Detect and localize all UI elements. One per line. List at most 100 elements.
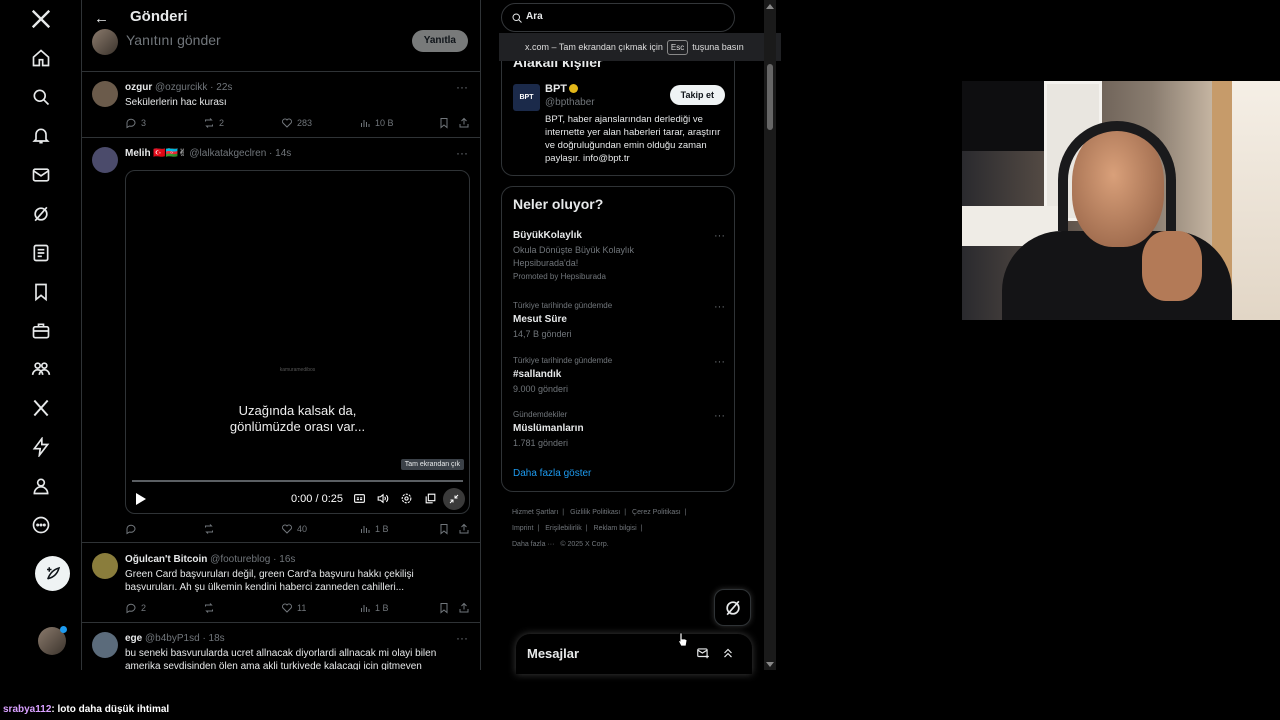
retweet-action[interactable]: 2 [203,117,224,129]
video-time: 0:00 / 0:25 [291,493,343,505]
share-action[interactable] [458,117,470,129]
play-icon[interactable] [136,493,146,505]
feather-plus-icon [46,566,60,580]
exit-fullscreen-button[interactable] [443,488,465,510]
account-logo[interactable]: BPT [513,84,540,111]
communities-icon[interactable] [30,358,52,380]
views-action[interactable]: 10 B [359,117,394,129]
reply-action[interactable]: 3 [125,117,146,129]
messages-drawer[interactable]: Mesajlar [516,634,752,674]
footer-link[interactable]: Reklam bilgisi [594,525,637,532]
back-arrow-icon[interactable]: ← [94,10,109,27]
account-handle[interactable]: @bpthaber [545,97,595,108]
scrollbar-thumb[interactable] [767,64,773,130]
author-name[interactable]: Oğulcan't Bitcoin [125,554,207,565]
show-more-link[interactable]: Daha fazla göster [513,468,591,479]
video-player[interactable]: kamuramedibos Uzağında kalsak da, gönlüm… [125,170,470,514]
bookmark-action[interactable] [438,523,450,535]
tweet-melih[interactable]: Melih 🇹🇷🇦🇿✌ @lalkatakgeclren · 14s ··· k… [82,138,480,543]
settings-gear-icon[interactable] [400,492,413,505]
avatar[interactable] [92,81,118,107]
account-name[interactable]: BPT [545,83,578,95]
more-options-icon[interactable]: ··· [456,80,468,94]
scroll-up-arrow-icon[interactable] [766,4,774,9]
verified-orgs-lightning-icon[interactable] [30,436,52,458]
home-icon[interactable] [30,47,52,69]
footer-link[interactable]: Gizlilik Politikası [570,509,620,516]
avatar[interactable] [92,147,118,173]
more-options-icon[interactable]: ··· [714,301,725,313]
more-circle-icon[interactable] [30,514,52,536]
bookmarks-icon[interactable] [30,281,52,303]
author-handle[interactable]: @footureblog [210,554,270,565]
trend-item[interactable]: BüyükKolaylık Okula Dönüşte Büyük Kolayl… [513,230,725,281]
new-message-icon[interactable] [696,646,710,660]
more-options-icon[interactable]: ··· [714,410,725,422]
author-handle[interactable]: @lalkatakgeclren [189,148,266,159]
picture-in-picture-icon[interactable] [424,492,437,505]
reply-action[interactable] [125,523,137,535]
search-input[interactable]: Ara [501,3,735,32]
share-action[interactable] [458,523,470,535]
tweet-ogulcan[interactable]: Oğulcan't Bitcoin @footureblog · 16s Gre… [82,544,480,623]
more-options-icon[interactable]: ··· [456,631,468,645]
views-action[interactable]: 1 B [359,602,389,614]
footer-link[interactable]: Hizmet Şartları [512,509,558,516]
retweet-action[interactable] [203,523,215,535]
premium-x-icon[interactable] [30,397,52,419]
page-scrollbar[interactable] [764,0,776,670]
video-progress-bar[interactable] [132,480,463,482]
grok-button[interactable] [714,589,751,626]
footer-link[interactable]: Çerez Politikası [632,509,681,516]
x-logo-icon[interactable] [30,8,52,30]
reply-action[interactable]: 2 [125,602,146,614]
follow-button[interactable]: Takip et [669,85,725,105]
profile-icon[interactable] [30,475,52,497]
reply-input[interactable]: Yanıtını gönder [126,32,221,48]
more-options-icon[interactable]: ··· [714,356,725,368]
bookmark-action[interactable] [438,117,450,129]
search-icon[interactable] [30,86,52,108]
author-handle[interactable]: @ozgurcikk [155,82,207,93]
captions-icon[interactable] [353,492,366,505]
footer-more-link[interactable]: Daha fazla ··· [512,541,554,548]
grok-icon[interactable] [30,203,52,225]
bookmark-action[interactable] [438,602,450,614]
lists-icon[interactable] [30,242,52,264]
more-options-icon[interactable]: ··· [714,230,725,242]
messages-envelope-icon[interactable] [30,164,52,186]
views-action[interactable]: 1 B [359,523,389,535]
footer-link[interactable]: Erişilebilirlik [545,525,582,532]
avatar[interactable] [92,632,118,658]
tweet-time[interactable]: · 14s [269,148,291,159]
retweet-action[interactable] [203,602,215,614]
account-avatar[interactable] [38,626,67,655]
compose-post-button[interactable] [35,556,70,591]
trend-item[interactable]: Gündemdekiler Müslümanların 1.781 gönder… [513,410,725,450]
trend-item[interactable]: Türkiye tarihinde gündemde #sallandık 9.… [513,356,725,396]
author-name[interactable]: ege [125,633,142,644]
share-action[interactable] [458,602,470,614]
trend-item[interactable]: Türkiye tarihinde gündemde Mesut Süre 14… [513,301,725,341]
like-action[interactable]: 11 [281,602,306,614]
scroll-down-arrow-icon[interactable] [766,662,774,667]
more-options-icon[interactable]: ··· [456,146,468,160]
tweet-time[interactable]: · 22s [210,82,232,93]
author-name[interactable]: ozgur [125,82,152,93]
like-action[interactable]: 283 [281,117,312,129]
like-action[interactable]: 40 [281,523,307,535]
author-handle[interactable]: @b4byP1sd [145,633,200,644]
notifications-bell-icon[interactable] [30,125,52,147]
tweet-time[interactable]: · 16s [273,554,295,565]
footer-link[interactable]: Imprint [512,525,533,532]
chevron-up-double-icon[interactable] [721,646,735,660]
avatar[interactable] [92,553,118,579]
author-name[interactable]: Melih [125,148,151,159]
jobs-briefcase-icon[interactable] [30,320,52,342]
related-account[interactable]: BPT BPT @bpthaber Takip et BPT, haber aj… [513,83,725,169]
tweet-time[interactable]: · 18s [202,633,224,644]
volume-icon[interactable] [376,492,389,505]
tweet-ege[interactable]: ege @b4byP1sd · 18s ··· bu seneki basvur… [82,623,480,670]
reply-button[interactable]: Yanıtla [411,30,468,52]
tweet-ozgur[interactable]: ozgur @ozgurcikk · 22s ··· Sekülerlerin … [82,72,480,138]
